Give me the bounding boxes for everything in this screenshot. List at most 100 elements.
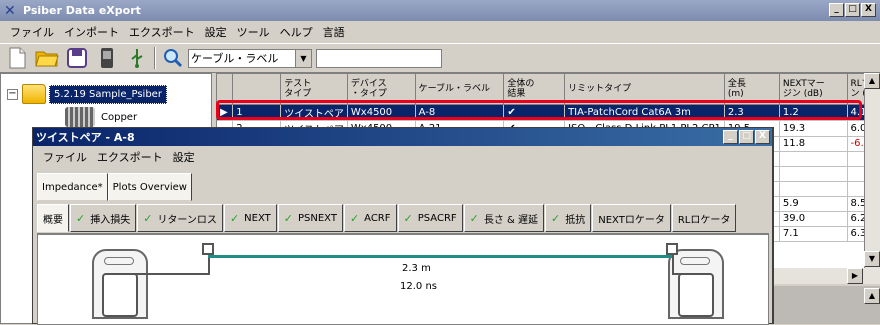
save-icon[interactable] — [64, 46, 90, 70]
device-icon[interactable] — [94, 46, 120, 70]
filter-text-input[interactable] — [316, 48, 442, 68]
title-bar: ✕ Psiber Data eXport _ □ X — [0, 0, 880, 21]
table-cell: 39.0 — [779, 211, 848, 227]
tester-indicator — [680, 257, 710, 265]
pass-check-icon: ✓ — [143, 211, 153, 225]
tree-node-label[interactable]: 5.2.19 Sample_Psiber — [49, 84, 167, 104]
selected-row-highlight — [216, 100, 862, 120]
chevron-down-icon[interactable]: ▼ — [295, 49, 311, 67]
table-cell — [779, 166, 848, 182]
tab-measurement[interactable]: ✓ 長さ & 遅延 — [463, 204, 545, 232]
minimize-button[interactable]: _ — [723, 130, 738, 144]
tab-measurement[interactable]: NEXTロケータ — [592, 204, 671, 232]
tab-label: ACRF — [364, 212, 391, 224]
tab-measurement[interactable]: ✓ PSACRF — [397, 204, 463, 232]
app-title: Psiber Data eXport — [23, 4, 141, 17]
usb-icon[interactable] — [124, 46, 150, 70]
tree-node-copper[interactable]: Copper — [65, 107, 137, 127]
detail-menu-settings[interactable]: 設定 — [173, 149, 195, 165]
tester-indicator — [104, 257, 134, 265]
tab-label: NEXTロケータ — [598, 214, 665, 226]
tab-label: 長さ & 遅延 — [483, 214, 539, 226]
top-tab-strip: Impedance* Plots Overview — [37, 173, 192, 201]
menu-export[interactable]: エクスポート — [129, 24, 195, 40]
cable-line — [208, 255, 672, 258]
detail-window-title-text: ツイストペア - A-8 — [36, 131, 135, 144]
table-cell: 11.8 — [779, 136, 848, 152]
menu-import[interactable]: インポート — [64, 24, 119, 40]
length-value: 2.3 m — [402, 263, 431, 274]
wire — [672, 255, 674, 275]
tree-node-label: Copper — [101, 111, 138, 123]
tab-label: PSACRF — [417, 212, 457, 224]
menu-settings[interactable]: 設定 — [205, 24, 227, 40]
cable-diagram: 2.3 m 12.0 ns — [37, 234, 769, 325]
pass-check-icon: ✓ — [229, 211, 240, 225]
pass-check-icon: ✓ — [76, 211, 86, 225]
menu-tools[interactable]: ツール — [237, 24, 270, 40]
table-cell: 19.3 — [779, 120, 848, 137]
menu-bar: ファイル インポート エクスポート 設定 ツール ヘルプ 言語 — [0, 21, 880, 43]
tree-node-project[interactable]: − 5.2.19 Sample_Psiber — [7, 84, 167, 104]
tab-label: PSNEXT — [297, 212, 337, 224]
detail-window: ツイストペア - A-8 _ □ X ファイル エクスポート 設定 Impeda… — [32, 127, 774, 325]
tab-label: RLロケータ — [677, 214, 731, 226]
tab-label: リターンロス — [157, 214, 217, 226]
new-file-icon[interactable] — [4, 46, 30, 70]
tab-measurement[interactable]: ✓ PSNEXT — [277, 204, 343, 232]
detail-menu-export[interactable]: エクスポート — [97, 149, 163, 165]
tab-measurement[interactable]: ✓ ACRF — [343, 204, 397, 232]
filter-field-select[interactable]: ケーブル・ラベル ▼ — [188, 48, 312, 68]
toolbar-separator — [154, 47, 156, 69]
copper-cable-icon — [65, 107, 95, 127]
table-cell: 5.9 — [779, 196, 848, 212]
table-cell — [779, 151, 848, 167]
lower-panel: ▲ — [768, 286, 880, 324]
maximize-button[interactable]: □ — [739, 130, 754, 144]
scroll-up-icon[interactable]: ▲ — [864, 73, 880, 89]
tab-measurement[interactable]: ✓ 抵抗 — [545, 204, 592, 232]
tab-measurement[interactable]: RLロケータ — [671, 204, 737, 232]
measurement-tab-strip: 概要 ✓ 挿入損失 ✓ リターンロス ✓ NEXT ✓ PSNEXT ✓ ACRF ✓ PSACRF ✓ 長… — [37, 204, 769, 234]
close-button[interactable]: X — [861, 3, 876, 17]
left-plug — [202, 243, 214, 255]
remote-tester-device — [668, 249, 724, 319]
pass-check-icon: ✓ — [469, 211, 479, 225]
open-folder-icon[interactable] — [34, 46, 60, 70]
right-plug — [666, 243, 678, 255]
tab-measurement[interactable]: 概要 — [37, 204, 69, 232]
menu-language[interactable]: 言語 — [323, 24, 345, 40]
table-cell — [779, 181, 848, 197]
filter-field-value: ケーブル・ラベル — [191, 52, 279, 65]
detail-menu-file[interactable]: ファイル — [43, 149, 87, 165]
main-tester-device — [92, 249, 148, 319]
tab-plots-overview[interactable]: Plots Overview — [107, 173, 192, 201]
scroll-right-icon[interactable]: ▶ — [847, 268, 863, 284]
wire — [672, 273, 698, 275]
pass-check-icon: ✓ — [283, 211, 293, 225]
tab-impedance[interactable]: Impedance* — [37, 173, 108, 201]
tab-measurement[interactable]: ✓ NEXT — [223, 204, 277, 232]
close-button[interactable]: X — [755, 130, 770, 144]
scroll-down-icon[interactable]: ▼ — [864, 251, 880, 267]
folder-icon — [22, 84, 46, 104]
scroll-up-icon[interactable]: ▲ — [864, 288, 880, 304]
vertical-scrollbar[interactable]: ▲ ▼ — [864, 73, 880, 284]
tab-measurement[interactable]: ✓ 挿入損失 — [70, 204, 137, 232]
delay-value: 12.0 ns — [400, 281, 437, 292]
toolbar: ケーブル・ラベル ▼ — [0, 43, 880, 73]
tester-screen — [678, 273, 714, 317]
collapse-icon[interactable]: − — [7, 88, 18, 100]
window-controls: _ □ X — [829, 3, 876, 17]
search-icon[interactable] — [160, 46, 186, 70]
menu-help[interactable]: ヘルプ — [280, 24, 313, 40]
tab-measurement[interactable]: ✓ リターンロス — [137, 204, 223, 232]
detail-menu-bar: ファイル エクスポート 設定 — [33, 146, 772, 168]
tester-screen — [102, 273, 138, 317]
minimize-button[interactable]: _ — [829, 3, 844, 17]
menu-file[interactable]: ファイル — [10, 24, 54, 40]
detail-window-controls: _ □ X — [723, 130, 770, 144]
horizontal-scrollbar[interactable]: ▶ — [768, 268, 880, 284]
detail-window-title: ツイストペア - A-8 _ □ X — [33, 128, 772, 146]
maximize-button[interactable]: □ — [845, 3, 860, 17]
